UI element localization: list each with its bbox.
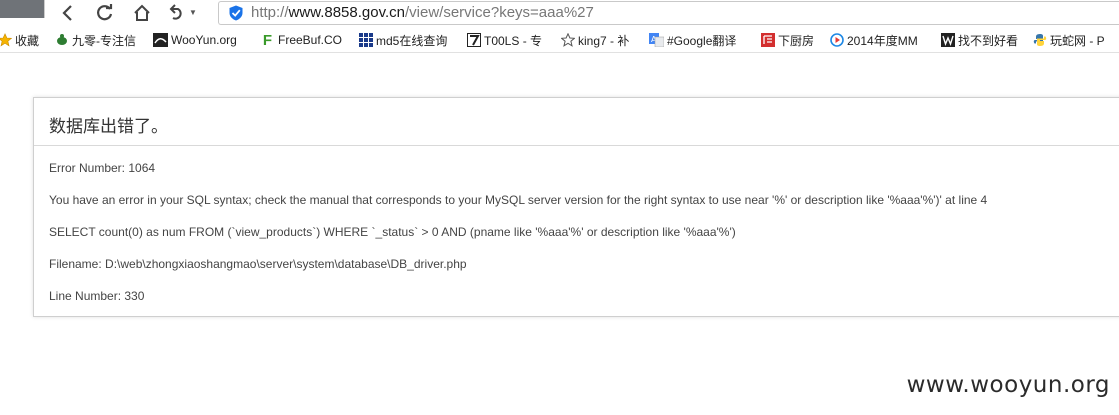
undo-dropdown-icon[interactable]: ▼ xyxy=(189,8,197,17)
star-outline-icon xyxy=(560,33,575,48)
error-query: SELECT count(0) as num FROM (`view_produ… xyxy=(49,225,736,239)
url-path: /view/service?keys=aaa%27 xyxy=(405,4,594,21)
reload-icon xyxy=(97,4,113,21)
grid-icon xyxy=(358,33,373,48)
error-message: You have an error in your SQL syntax; ch… xyxy=(49,193,988,207)
bookmark-label: 九零-专注信 xyxy=(72,33,136,48)
url-domain: www.8858.gov.cn xyxy=(288,4,405,21)
star-icon xyxy=(0,33,12,48)
browser-toolbar: ▼ http://www.8858.gov.cn/view/service?ke… xyxy=(0,0,1119,28)
bookmark-label: 玩蛇网 - P xyxy=(1050,33,1105,48)
bookmark-label: 找不到好看 xyxy=(958,33,1019,48)
bookmark-label: 收藏 xyxy=(15,33,40,48)
bookmark-item[interactable]: WooYun.org xyxy=(153,31,237,49)
undo-button[interactable] xyxy=(164,2,188,24)
bookmark-label: WooYun.org xyxy=(171,33,237,47)
reload-button[interactable] xyxy=(93,2,117,24)
xiachufang-icon xyxy=(760,33,775,48)
wooyun-icon xyxy=(153,33,168,48)
home-button[interactable] xyxy=(130,2,154,24)
bookmark-item[interactable]: king7 - 补 xyxy=(560,31,629,49)
error-number: Error Number: 1064 xyxy=(49,161,156,175)
url-text[interactable]: http://www.8858.gov.cn/view/service?keys… xyxy=(251,4,594,22)
freebuf-icon: F xyxy=(262,31,273,49)
address-bar[interactable]: http://www.8858.gov.cn/view/service?keys… xyxy=(218,1,1119,25)
bookmark-label: 2014年度MM xyxy=(847,33,918,48)
bookmark-label: T00LS - 专 xyxy=(484,33,543,48)
bookmark-item[interactable]: 找不到好看 xyxy=(940,31,1018,49)
watermark: www.wooyun.org xyxy=(906,372,1110,398)
bookmark-item[interactable]: 下厨房 xyxy=(760,31,814,49)
python-icon xyxy=(1032,33,1047,48)
database-error-panel: 数据库出错了。 Error Number: 1064 You have an e… xyxy=(33,97,1119,317)
tools-icon xyxy=(466,33,481,48)
turtle-icon xyxy=(54,33,69,48)
title-divider xyxy=(34,145,1119,146)
error-line-number: Line Number: 330 xyxy=(49,289,145,303)
bookmark-label: md5在线查询 xyxy=(376,33,448,48)
bookmark-item[interactable]: A #Google翻译 xyxy=(649,31,736,49)
bookmark-item[interactable]: F FreeBuf.CO xyxy=(260,31,342,49)
bookmarks-bar: 收藏 九零-专注信 WooYun.org F FreeBuf.CO md5在线查… xyxy=(0,28,1119,53)
bookmark-label: #Google翻译 xyxy=(667,33,737,48)
browser-tab[interactable] xyxy=(0,0,45,18)
shield-icon xyxy=(229,5,243,21)
bookmark-label: FreeBuf.CO xyxy=(278,33,343,47)
error-filename: Filename: D:\web\zhongxiaoshangmao\serve… xyxy=(49,257,467,271)
bookmark-item[interactable]: md5在线查询 xyxy=(358,31,447,49)
bookmark-item[interactable]: 玩蛇网 - P xyxy=(1032,31,1105,49)
bookmark-label: 下厨房 xyxy=(778,33,815,48)
home-icon xyxy=(134,4,150,21)
back-button[interactable] xyxy=(56,2,80,24)
error-title: 数据库出错了。 xyxy=(49,117,168,137)
bookmark-item[interactable]: 九零-专注信 xyxy=(54,31,136,49)
w-icon xyxy=(940,33,955,48)
play-circle-icon xyxy=(829,33,844,48)
bookmark-label: king7 - 补 xyxy=(578,33,630,48)
undo-icon xyxy=(169,4,182,20)
bookmark-item[interactable]: 收藏 xyxy=(0,31,39,49)
back-arrow-icon xyxy=(62,5,72,21)
url-prefix: http:// xyxy=(251,4,289,21)
translate-icon: A xyxy=(649,33,664,48)
bookmark-item[interactable]: 2014年度MM xyxy=(829,31,918,49)
bookmark-item[interactable]: T00LS - 专 xyxy=(466,31,542,49)
